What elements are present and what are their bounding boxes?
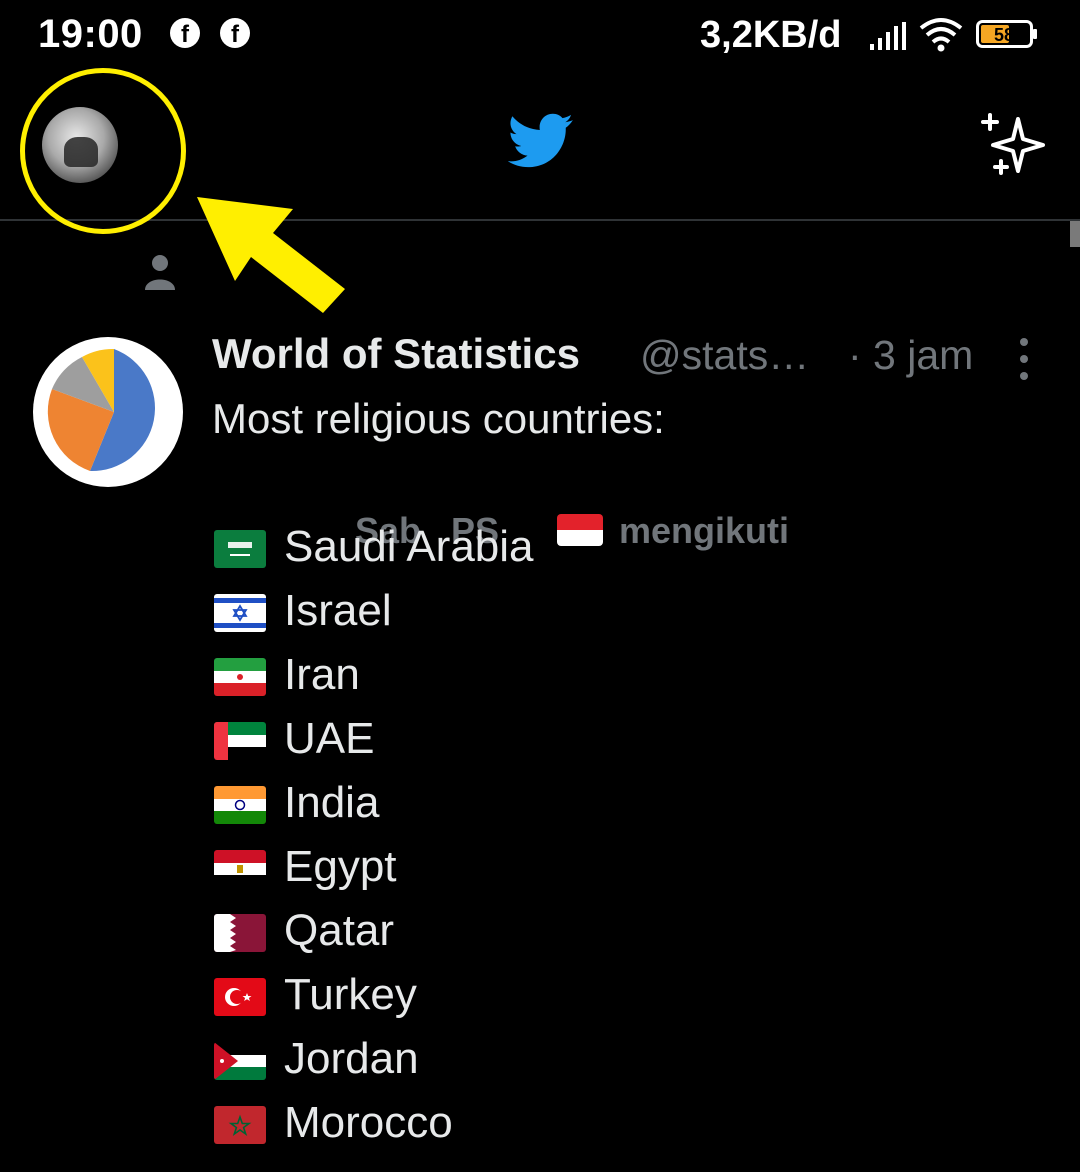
network-speed: 3,2KB/d [700, 14, 842, 56]
facebook-icon: f [220, 18, 250, 48]
flag-iran [214, 658, 266, 696]
wifi-icon [919, 18, 963, 52]
list-item: Jordan [212, 1034, 812, 1098]
facebook-icon: f [170, 18, 200, 48]
more-options-icon[interactable] [1018, 336, 1030, 382]
author-handle[interactable]: @stats… [640, 332, 809, 379]
country-name: Saudi Arabia [284, 522, 534, 571]
country-name: Qatar [284, 906, 395, 955]
author-avatar[interactable] [33, 337, 183, 487]
author-name[interactable]: World of Statistics [212, 330, 580, 378]
country-list: Saudi Arabia Israel Iran UAE India Egypt… [212, 522, 812, 1162]
flag-qatar [214, 914, 266, 952]
battery-level: 58 [994, 25, 1014, 45]
country-name: Turkey [284, 970, 417, 1019]
battery-icon: 58 [976, 20, 1037, 48]
list-item: Morocco [212, 1098, 812, 1162]
list-item: Qatar [212, 906, 812, 970]
country-name: Jordan [284, 1034, 419, 1083]
status-bar: 19:00 f f 3,2KB/d 58 [0, 0, 1080, 75]
arrow-pointer-icon [197, 197, 345, 313]
tweet-header: World of Statistics @stats… · 3 jam [212, 330, 1042, 386]
flag-turkey [214, 978, 266, 1016]
pie-chart-avatar-icon [47, 348, 155, 472]
country-name: Egypt [284, 842, 397, 891]
flag-india [214, 786, 266, 824]
highlight-circle [20, 68, 186, 234]
country-name: UAE [284, 714, 375, 763]
list-item: India [212, 778, 812, 842]
country-name: Israel [284, 586, 392, 635]
flag-egypt [214, 850, 266, 888]
flag-uae [214, 722, 266, 760]
list-item: Saudi Arabia [212, 522, 812, 586]
list-item: Iran [212, 650, 812, 714]
twitter-bird-icon[interactable] [508, 113, 574, 169]
list-item: Egypt [212, 842, 812, 906]
flag-saudi-arabia [214, 530, 266, 568]
flag-israel [214, 594, 266, 632]
tweet-text: Most religious countries: [212, 395, 665, 442]
list-item: Turkey [212, 970, 812, 1034]
scrollbar[interactable] [1070, 221, 1080, 247]
signal-icon [870, 22, 906, 50]
list-item: Israel [212, 586, 812, 650]
tweet-time[interactable]: · 3 jam [848, 332, 973, 379]
person-icon [145, 255, 175, 290]
country-name: Morocco [284, 1098, 453, 1147]
country-name: India [284, 778, 380, 827]
status-time: 19:00 [38, 12, 143, 56]
flag-morocco [214, 1106, 266, 1144]
sparkle-icon[interactable] [980, 111, 1050, 181]
list-item: UAE [212, 714, 812, 778]
country-name: Iran [284, 650, 360, 699]
flag-jordan [214, 1042, 266, 1080]
